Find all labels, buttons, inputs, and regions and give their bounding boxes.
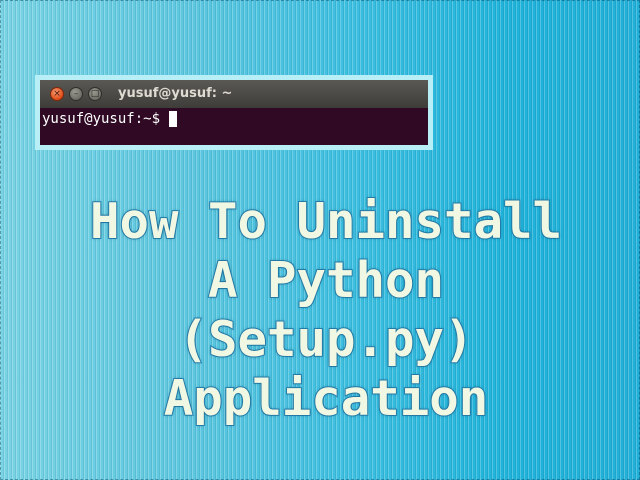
headline-line-4: Application bbox=[163, 369, 490, 428]
minimize-icon[interactable]: – bbox=[69, 87, 83, 101]
headline-line-2: A Python bbox=[207, 251, 445, 310]
maximize-icon[interactable]: □ bbox=[88, 87, 102, 101]
headline-line-1: How To Uninstall bbox=[89, 192, 563, 251]
headline: How To Uninstall A Python (Setup.py) App… bbox=[0, 192, 640, 428]
terminal-frame: × – □ yusuf@yusuf: ~ yusuf@yusuf:~$ bbox=[35, 75, 433, 150]
terminal-body[interactable]: yusuf@yusuf:~$ bbox=[40, 108, 428, 127]
terminal-titlebar[interactable]: × – □ yusuf@yusuf: ~ bbox=[40, 80, 428, 108]
close-icon[interactable]: × bbox=[50, 87, 64, 101]
text-cursor bbox=[169, 111, 178, 127]
headline-line-3: (Setup.py) bbox=[177, 310, 474, 369]
shell-prompt: yusuf@yusuf:~$ bbox=[42, 111, 161, 127]
terminal-window[interactable]: × – □ yusuf@yusuf: ~ yusuf@yusuf:~$ bbox=[40, 80, 428, 145]
window-title: yusuf@yusuf: ~ bbox=[118, 86, 233, 101]
